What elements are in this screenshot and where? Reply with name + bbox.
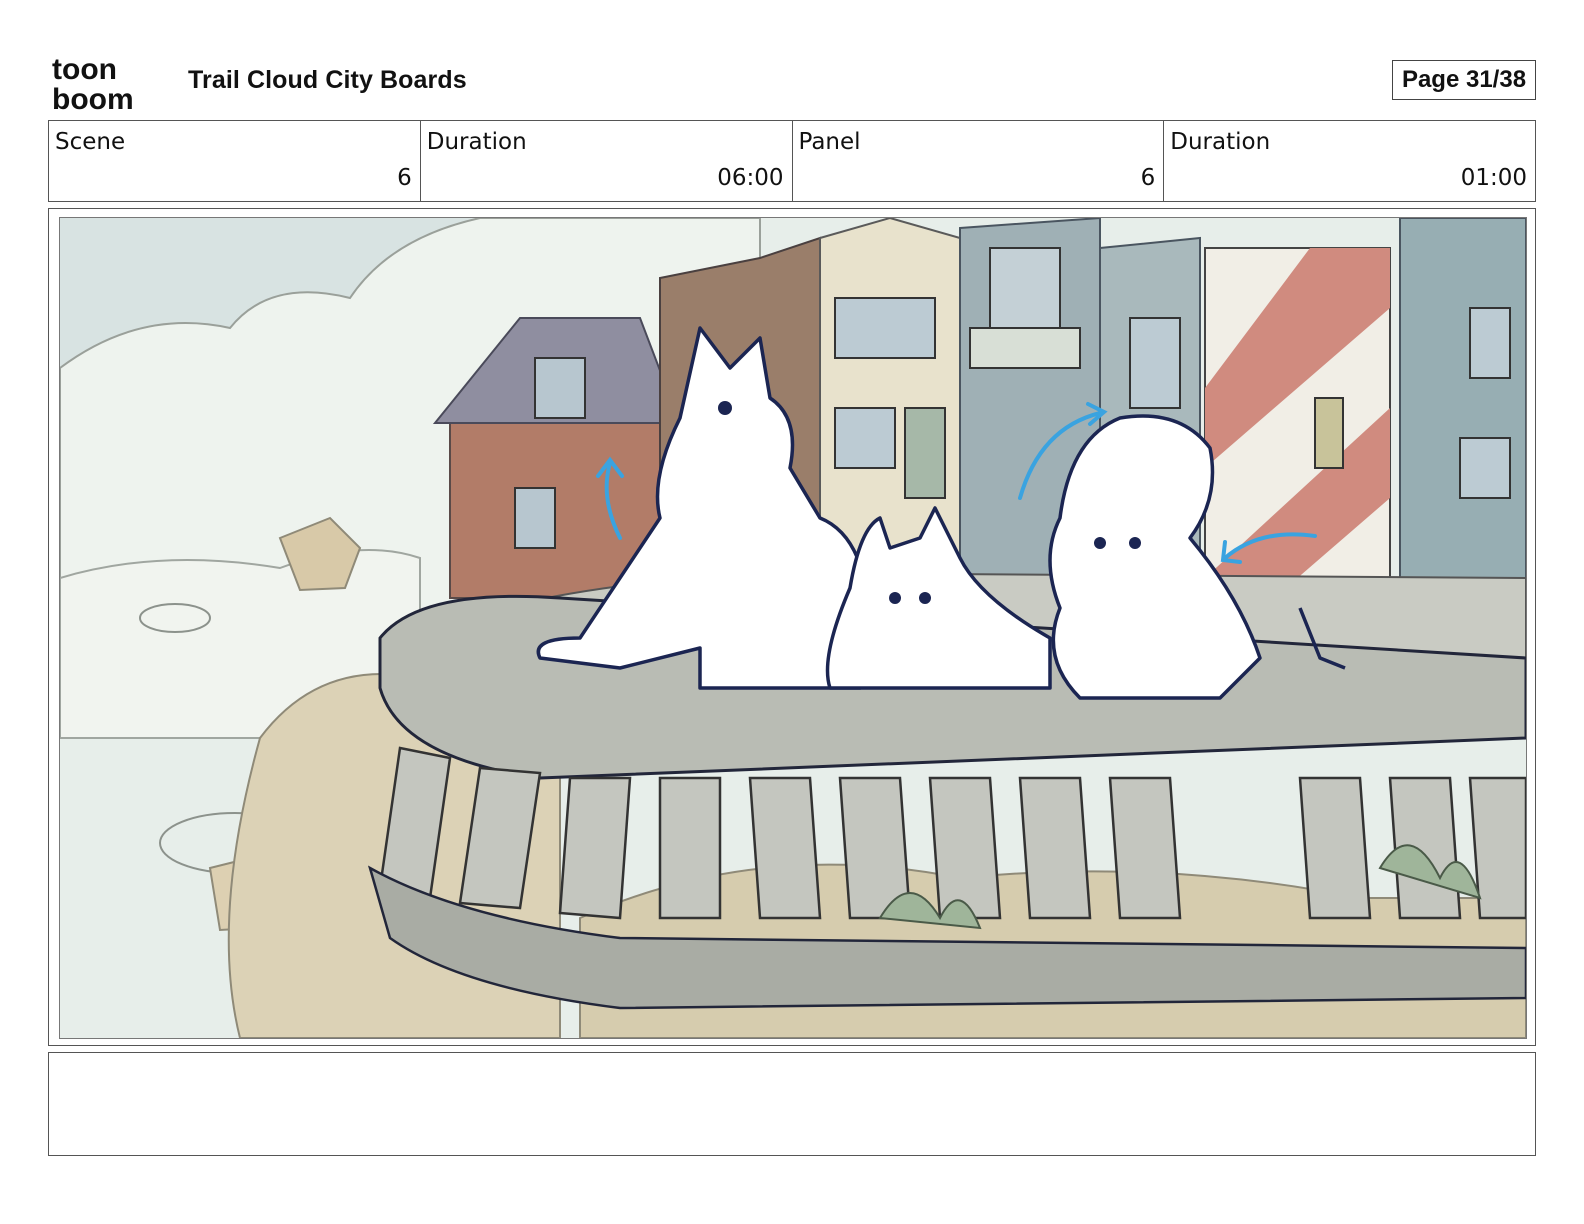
logo-line-1: toon <box>52 53 117 86</box>
page-number: Page 31/38 <box>1392 60 1536 100</box>
panel-value: 6 <box>1140 165 1156 191</box>
panel-label: Panel <box>798 129 861 155</box>
panel-duration-cell: Duration 01:00 <box>1164 121 1535 201</box>
scene-label: Scene <box>55 129 126 155</box>
panel-info-row: Scene 6 Duration 06:00 Panel 6 Duration … <box>48 120 1536 202</box>
panel-duration-value: 01:00 <box>1460 165 1527 191</box>
logo-line-2: boom <box>52 83 134 112</box>
panel-notes <box>48 1052 1536 1156</box>
scene-cell: Scene 6 <box>49 121 421 201</box>
toon-boom-logo: toon boom <box>52 52 164 116</box>
illustration-svg <box>60 218 1526 1038</box>
scene-value: 6 <box>397 165 412 191</box>
scene-duration-cell: Duration 06:00 <box>421 121 793 201</box>
panel-cell: Panel 6 <box>793 121 1165 201</box>
scene-duration-label: Duration <box>426 129 527 155</box>
storyboard-illustration <box>59 217 1527 1039</box>
scene-duration-value: 06:00 <box>717 165 784 191</box>
panel-duration-label: Duration <box>1170 129 1271 155</box>
storyboard-frame <box>48 208 1536 1046</box>
document-title: Trail Cloud City Boards <box>188 66 467 94</box>
